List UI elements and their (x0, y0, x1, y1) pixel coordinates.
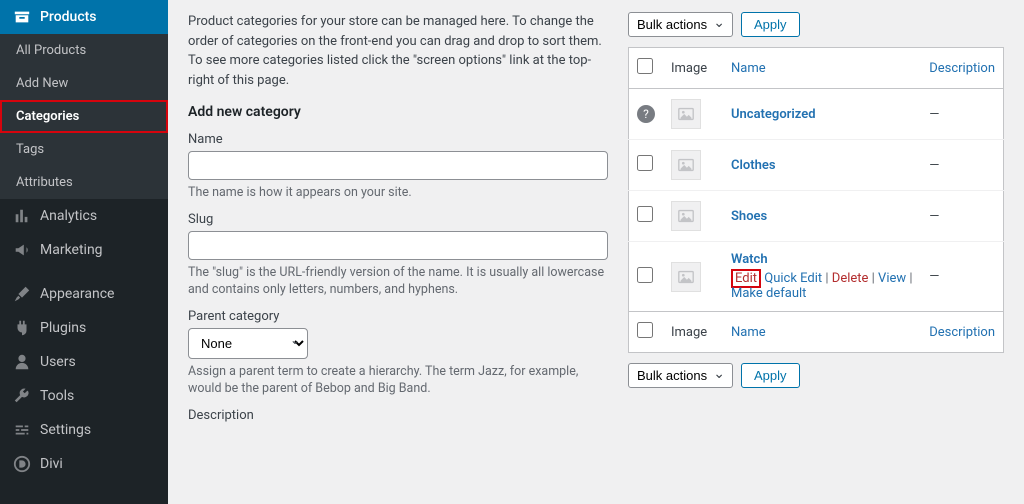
menu-marketing[interactable]: Marketing (0, 233, 168, 267)
menu-label: Users (40, 354, 76, 370)
help-icon[interactable]: ? (637, 105, 655, 123)
tablenav-top: Bulk actions Apply (628, 12, 1004, 37)
menu-label: Tools (40, 388, 74, 404)
sub-all-products[interactable]: All Products (0, 34, 168, 67)
thumbnail-placeholder (671, 201, 701, 231)
products-submenu: All Products Add New Categories Tags Att… (0, 34, 168, 199)
menu-label: Analytics (40, 208, 97, 224)
table-row: ? Uncategorized — (629, 89, 1004, 140)
wrench-icon (12, 387, 32, 405)
form-column: Product categories for your store can be… (188, 12, 608, 492)
menu-analytics[interactable]: Analytics (0, 199, 168, 233)
row-checkbox[interactable] (637, 267, 653, 283)
description-cell: — (921, 89, 1003, 140)
field-name: Name The name is how it appears on your … (188, 132, 608, 202)
table-row: Clothes — (629, 140, 1004, 191)
bulk-actions-select-bottom[interactable]: Bulk actions (628, 363, 733, 388)
megaphone-icon (12, 241, 32, 259)
categories-table: Image Name Description ?Uncategorized—Cl… (628, 47, 1004, 353)
parent-label: Parent category (188, 309, 608, 324)
slug-desc: The "slug" is the URL-friendly version o… (188, 264, 608, 299)
menu-users[interactable]: Users (0, 345, 168, 379)
main-content: Product categories for your store can be… (168, 0, 1024, 504)
col-image-f: Image (663, 312, 723, 353)
menu-label: Plugins (40, 320, 86, 336)
description-label: Description (188, 408, 608, 423)
row-checkbox[interactable] (637, 155, 653, 171)
sub-attributes[interactable]: Attributes (0, 166, 168, 199)
table-row: Shoes — (629, 191, 1004, 242)
menu-label: Divi (40, 456, 63, 472)
view-link[interactable]: View (878, 271, 906, 286)
apply-button-bottom[interactable]: Apply (741, 363, 800, 388)
category-name-link[interactable]: Clothes (731, 158, 776, 173)
brush-icon (12, 285, 32, 303)
menu-settings[interactable]: Settings (0, 413, 168, 447)
name-desc: The name is how it appears on your site. (188, 184, 608, 202)
menu-divi[interactable]: Divi (0, 447, 168, 481)
delete-link[interactable]: Delete (832, 271, 869, 286)
user-icon (12, 353, 32, 371)
col-description-f[interactable]: Description (921, 312, 1003, 353)
menu-label: Settings (40, 422, 91, 438)
thumbnail-placeholder (671, 99, 701, 129)
col-description[interactable]: Description (921, 48, 1003, 89)
bar-chart-icon (12, 207, 32, 225)
archive-icon (12, 8, 32, 26)
field-description: Description (188, 408, 608, 423)
tablenav-bottom: Bulk actions Apply (628, 363, 1004, 388)
menu-products-label: Products (40, 9, 97, 25)
intro-text: Product categories for your store can be… (188, 12, 608, 90)
description-cell: — (921, 242, 1003, 312)
select-all-bottom[interactable] (637, 322, 653, 338)
sub-add-new[interactable]: Add New (0, 67, 168, 100)
description-cell: — (921, 191, 1003, 242)
menu-tools[interactable]: Tools (0, 379, 168, 413)
row-actions: Edit Quick Edit | Delete | View | Make d… (731, 271, 913, 301)
col-name-f[interactable]: Name (723, 312, 921, 353)
table-column: Bulk actions Apply Image Name Descriptio… (628, 12, 1004, 492)
sliders-icon (12, 421, 32, 439)
category-name-link[interactable]: Shoes (731, 209, 767, 224)
divi-icon (12, 455, 32, 473)
table-row: Watch Edit Quick Edit | Delete | View | M… (629, 242, 1004, 312)
menu-plugins[interactable]: Plugins (0, 311, 168, 345)
parent-select[interactable]: None (188, 328, 308, 359)
slug-input[interactable] (188, 231, 608, 260)
plug-icon (12, 319, 32, 337)
thumbnail-placeholder (671, 262, 701, 292)
admin-sidebar: Products All Products Add New Categories… (0, 0, 168, 504)
select-all-top[interactable] (637, 58, 653, 74)
slug-label: Slug (188, 212, 608, 227)
quick-edit-link[interactable]: Quick Edit (764, 271, 822, 286)
col-image: Image (663, 48, 723, 89)
parent-desc: Assign a parent term to create a hierarc… (188, 363, 608, 398)
sub-categories[interactable]: Categories (0, 100, 168, 133)
name-input[interactable] (188, 151, 608, 180)
apply-button-top[interactable]: Apply (741, 12, 800, 37)
make-default-link[interactable]: Make default (731, 286, 806, 301)
menu-label: Appearance (40, 286, 114, 302)
category-name-link[interactable]: Watch (731, 252, 768, 267)
add-category-heading: Add new category (188, 104, 608, 120)
bulk-actions-select-top[interactable]: Bulk actions (628, 12, 733, 37)
category-name-link[interactable]: Uncategorized (731, 107, 816, 122)
field-parent: Parent category None ⌄ Assign a parent t… (188, 309, 608, 398)
sub-tags[interactable]: Tags (0, 133, 168, 166)
col-name[interactable]: Name (723, 48, 921, 89)
menu-appearance[interactable]: Appearance (0, 277, 168, 311)
menu-products[interactable]: Products (0, 0, 168, 34)
thumbnail-placeholder (671, 150, 701, 180)
row-checkbox[interactable] (637, 206, 653, 222)
menu-label: Marketing (40, 242, 103, 258)
description-cell: — (921, 140, 1003, 191)
field-slug: Slug The "slug" is the URL-friendly vers… (188, 212, 608, 299)
name-label: Name (188, 132, 608, 147)
